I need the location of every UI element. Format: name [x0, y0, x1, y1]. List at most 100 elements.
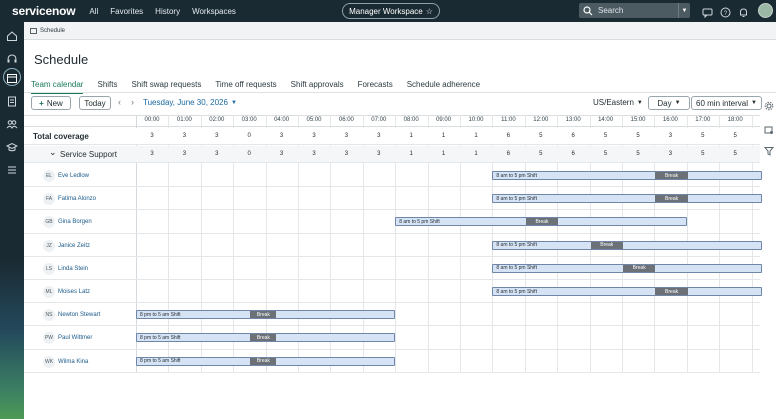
servicenow-logo[interactable]: servicenow [12, 4, 76, 18]
coverage-value: 3 [312, 133, 316, 139]
hour-label: 16:00 [662, 117, 678, 123]
service-support-row-label[interactable]: Service Support [60, 150, 117, 159]
chat-icon[interactable] [702, 5, 714, 19]
gear-icon[interactable] [764, 98, 774, 111]
nav-all[interactable]: All [89, 7, 98, 16]
coverage-value: 3 [344, 151, 349, 157]
agent-name[interactable]: Wilma Kina [58, 359, 88, 365]
clipboard-icon[interactable] [6, 94, 18, 107]
home-icon[interactable] [6, 29, 18, 41]
coverage-value: 3 [150, 151, 154, 157]
service-support-row: Service Support ⌄ 3 3 3 0 3 3 3 3 1 1 1 6 5 6 5 5 3 5 5 [24, 146, 760, 163]
agent-name[interactable]: Janice Zeitz [58, 243, 90, 249]
hour-label: 04:00 [274, 117, 290, 123]
shift-bar[interactable]: 8 pm to 5 am Shift Break [136, 310, 396, 320]
star-icon[interactable]: ☆ [426, 7, 433, 16]
hour-label: 01:00 [176, 117, 192, 123]
chevron-left-icon[interactable]: ‹ [118, 97, 121, 107]
nav-history[interactable]: History [155, 7, 180, 16]
break-block[interactable]: Break [655, 195, 688, 203]
agent-name[interactable]: Linda Stein [58, 266, 88, 272]
coverage-value: 5 [539, 151, 543, 157]
view-select[interactable]: Day ▼ [648, 96, 690, 110]
break-block[interactable]: Break [622, 264, 656, 272]
break-block[interactable]: Break [590, 241, 623, 249]
shift-bar[interactable]: 8 am to 5 pm Shift Break [492, 287, 762, 296]
shift-label: 8 am to 5 pm Shift [399, 218, 440, 225]
bell-icon[interactable] [738, 5, 750, 17]
agent-name[interactable]: Eve Ledlow [58, 173, 89, 179]
agent-name[interactable]: Paul Wittmer [58, 335, 92, 341]
interval-label: 60 min interval [696, 98, 749, 108]
hour-label: 06:00 [338, 117, 354, 123]
coverage-value: 3 [344, 133, 349, 139]
filter-icon[interactable] [763, 143, 775, 156]
break-block[interactable]: Break [250, 334, 277, 342]
svg-text:?: ? [724, 11, 728, 17]
calendar-icon [30, 27, 37, 34]
coverage-value: 3 [279, 151, 284, 157]
team-icon[interactable] [6, 117, 18, 130]
new-button[interactable]: + New [31, 96, 71, 110]
coverage-value: 3 [668, 151, 673, 157]
coverage-value: 1 [409, 151, 413, 157]
break-block[interactable]: Break [250, 357, 277, 365]
coverage-value: 3 [215, 133, 219, 139]
agent-row: LS Linda Stein 8 am to 5 pm Shift Break [24, 257, 762, 280]
coverage-value: 1 [409, 133, 413, 139]
agent-avatar: GB [43, 216, 55, 229]
calendar-settings-icon[interactable] [764, 122, 774, 134]
calendar-icon[interactable] [6, 71, 18, 83]
shift-bar[interactable]: 8 am to 5 pm Shift Break [492, 263, 762, 273]
shift-bar[interactable]: 8 am to 5 pm Shift Break [395, 217, 687, 227]
shift-bar[interactable]: 8 am to 5 pm Shift Break [492, 171, 762, 180]
shift-bar[interactable]: 8 pm to 5 am Shift Break [136, 333, 396, 343]
user-avatar[interactable] [758, 3, 773, 18]
coverage-value: 3 [215, 151, 219, 157]
agent-name[interactable]: Fatima Alonzo [58, 196, 96, 202]
chevron-down-icon[interactable]: ⌄ [49, 147, 57, 158]
coverage-value: 3 [312, 151, 316, 157]
help-icon[interactable]: ? [720, 5, 732, 18]
break-block[interactable]: Break [525, 218, 559, 226]
coverage-value: 6 [506, 133, 511, 139]
shift-bar[interactable]: 8 am to 5 pm Shift Break [492, 194, 762, 204]
coverage-value: 1 [474, 151, 478, 157]
agent-avatar: JZ [43, 239, 55, 252]
shift-bar[interactable]: 8 am to 5 pm Shift Break [492, 240, 762, 250]
chevron-down-icon[interactable]: ▼ [678, 3, 690, 18]
coverage-value: 3 [377, 151, 381, 157]
timezone-select[interactable]: US/Eastern ▼ [593, 98, 643, 107]
graduation-icon[interactable] [5, 140, 19, 152]
page-title: Schedule [34, 52, 89, 67]
agent-name[interactable]: Newton Stewart [58, 312, 100, 318]
workspace-pill[interactable]: Manager Workspace ☆ [342, 3, 440, 19]
break-block[interactable]: Break [655, 288, 688, 295]
today-button[interactable]: Today [79, 96, 111, 110]
headset-icon[interactable] [6, 52, 18, 64]
schedule-grid: 00:00 01:00 02:00 03:00 04:00 05:00 06:00 07:00… [24, 115, 762, 419]
coverage-value: 3 [182, 133, 187, 139]
list-icon[interactable] [6, 163, 18, 175]
agent-name[interactable]: Moises Latz [58, 289, 90, 295]
date-picker[interactable]: Tuesday, June 30, 2026 ▼ [143, 98, 237, 107]
agent-avatar: LS [43, 262, 55, 275]
shift-label: 8 pm to 5 am Shift [140, 334, 181, 341]
nav-workspaces[interactable]: Workspaces [192, 7, 236, 16]
break-block[interactable]: Break [655, 172, 688, 179]
coverage-value: 1 [474, 133, 478, 139]
nav-favorites[interactable]: Favorites [110, 7, 143, 16]
coverage-value: 3 [668, 133, 673, 139]
shift-label: 8 pm to 5 am Shift [140, 311, 181, 318]
interval-select[interactable]: 60 min interval ▼ [691, 96, 762, 110]
date-label: Tuesday, June 30, 2026 [143, 98, 228, 107]
break-block[interactable]: Break [250, 311, 277, 319]
chevron-down-icon: ▼ [230, 99, 237, 106]
shift-label: 8 am to 5 pm Shift [496, 242, 537, 249]
shift-bar[interactable]: 8 pm to 5 am Shift Break [136, 356, 396, 366]
tab-schedule[interactable]: Schedule [30, 27, 65, 34]
chevron-right-icon[interactable]: › [131, 97, 134, 107]
global-search[interactable]: Search ▼ [579, 3, 690, 18]
coverage-value: 3 [150, 133, 154, 139]
agent-name[interactable]: Gina Borgen [58, 219, 92, 225]
